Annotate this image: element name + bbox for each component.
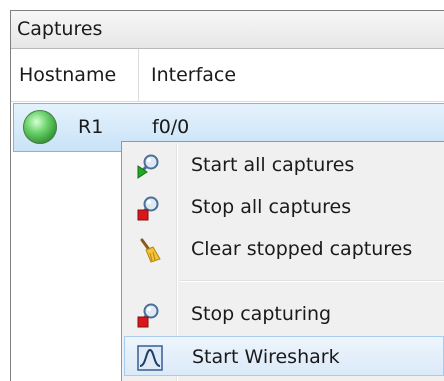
- wireshark-icon: [137, 345, 163, 371]
- menu-item-clear-stopped-captures[interactable]: Clear stopped captures: [124, 229, 444, 269]
- status-led-icon: [23, 110, 57, 144]
- menu-item-stop-all-captures[interactable]: Stop all captures: [124, 187, 444, 227]
- column-header-hostname[interactable]: Hostname: [11, 49, 139, 101]
- menu-item-label: Stop all captures: [191, 196, 352, 218]
- menu-separator: [180, 280, 444, 282]
- menu-item-start-wireshark[interactable]: Start Wireshark: [124, 336, 444, 376]
- menu-item-label: Start all captures: [191, 154, 355, 176]
- cell-hostname: R1: [78, 116, 104, 138]
- menu-item-label: Start Wireshark: [192, 346, 340, 368]
- panel-title: Captures: [11, 11, 444, 49]
- stop-capture-icon: [137, 303, 159, 328]
- stop-capture-icon: [137, 196, 159, 221]
- menu-item-label: Stop capturing: [191, 303, 332, 325]
- start-capture-icon: [137, 154, 159, 179]
- column-header-interface[interactable]: Interface: [139, 49, 444, 101]
- menu-item-label: Clear stopped captures: [191, 238, 413, 260]
- menu-item-start-all-captures[interactable]: Start all captures: [124, 145, 444, 185]
- context-menu: Start all captures Stop all captures Cle…: [121, 141, 444, 381]
- table-header: Hostname Interface: [11, 49, 444, 102]
- broom-icon: [140, 238, 161, 263]
- menu-item-stop-capturing[interactable]: Stop capturing: [124, 294, 444, 334]
